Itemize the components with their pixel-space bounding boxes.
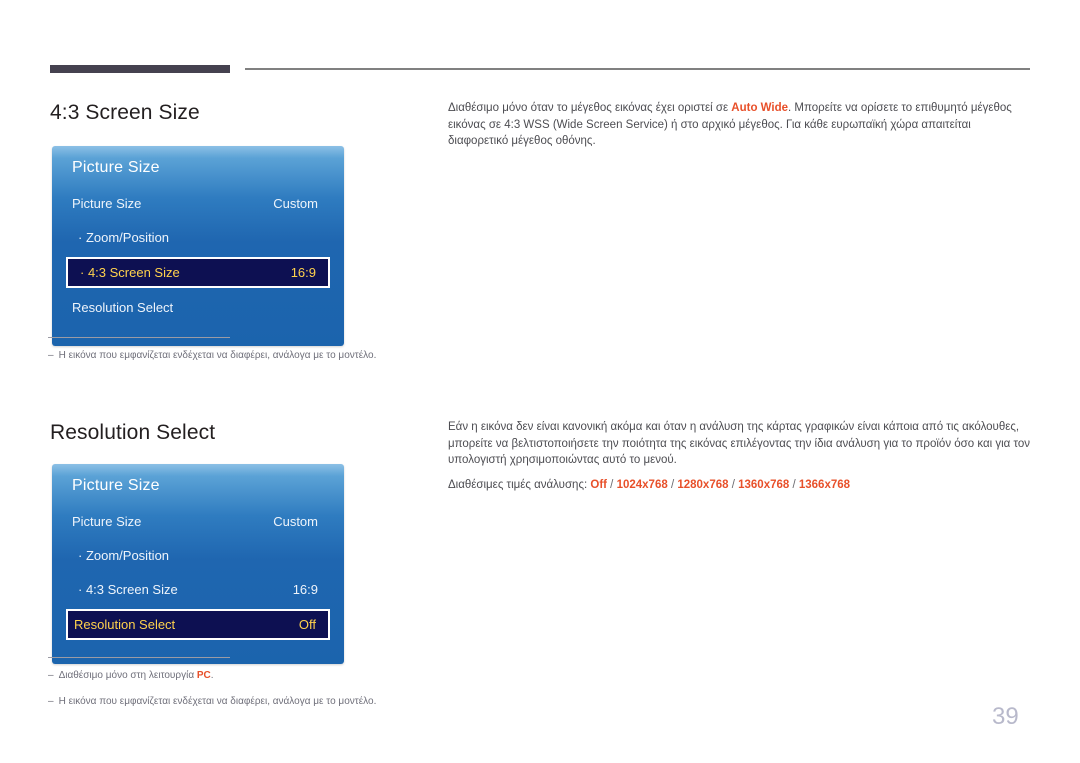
osd-row-zoom-position[interactable]: · Zoom/Position — [66, 541, 330, 570]
footnote-text: Η εικόνα που εμφανίζεται ενδέχεται να δι… — [58, 350, 377, 361]
highlight-auto-wide: Auto Wide — [731, 102, 789, 114]
footnote-text: Διαθέσιμο μόνο στη λειτουργία — [58, 670, 197, 681]
description-text-resolution-select: Εάν η εικόνα δεν είναι κανονική ακόμα κα… — [448, 419, 1032, 493]
footnote-item: – Διαθέσιμο μόνο στη λειτουργία PC. — [48, 668, 468, 683]
footnote-divider — [48, 657, 230, 658]
osd-menu-title: Picture Size — [72, 477, 160, 494]
osd-row-label: · Zoom/Position — [78, 230, 170, 245]
resolution-separator: / — [606, 478, 617, 491]
page-title-4-3-screen-size: 4:3 Screen Size — [50, 101, 200, 124]
resolution-value: Off — [590, 478, 607, 491]
footnote-item: – Η εικόνα που εμφανίζεται ενδέχεται να δ… — [48, 694, 468, 709]
footnote-dash: – — [48, 696, 54, 707]
description-paragraph: Διαθέσιμο μόνο όταν το μέγεθος εικόνας έ… — [448, 100, 1032, 150]
osd-row-resolution-select[interactable]: Resolution Select — [66, 293, 330, 322]
resolution-value: 1280x768 — [677, 478, 729, 491]
header-accent-bar — [50, 65, 230, 73]
page-title-resolution-select: Resolution Select — [50, 421, 216, 444]
available-resolutions-label: Διαθέσιμες τιμές ανάλυσης: — [448, 478, 591, 491]
osd-row-zoom-position[interactable]: · Zoom/Position — [66, 223, 330, 252]
footnote-text: . — [210, 670, 214, 681]
osd-row-label: · 4:3 Screen Size — [78, 582, 178, 597]
header-divider-line — [245, 68, 1030, 70]
osd-row-resolution-select[interactable]: Resolution Select Off — [66, 609, 330, 640]
resolution-separator: / — [789, 478, 799, 491]
resolution-value: 1024x768 — [616, 478, 668, 491]
osd-row-4-3-screen-size[interactable]: · 4:3 Screen Size 16:9 — [66, 575, 330, 604]
footnote-dash: – — [48, 670, 54, 681]
resolution-separator: / — [667, 478, 678, 491]
osd-row-value: Custom — [273, 196, 318, 211]
osd-row-value: Off — [298, 617, 316, 632]
description-text-part: Διαθέσιμο μόνο όταν το μέγεθος εικόνας έ… — [448, 102, 732, 114]
osd-row-value: Custom — [273, 514, 318, 529]
osd-row-label: · 4:3 Screen Size — [80, 265, 180, 280]
resolution-value: 1360x768 — [738, 478, 790, 491]
resolution-value: 1366x768 — [798, 478, 851, 491]
highlight-pc: PC — [196, 670, 211, 681]
footnote-dash: – — [48, 350, 54, 361]
footnote-block-1: – Η εικόνα που εμφανίζεται ενδέχεται να δ… — [48, 337, 468, 363]
osd-row-picture-size[interactable]: Picture Size Custom — [66, 507, 330, 536]
footnote-divider — [48, 337, 230, 338]
description-paragraph: Εάν η εικόνα δεν είναι κανονική ακόμα κα… — [448, 421, 1031, 466]
osd-row-label: Picture Size — [72, 196, 142, 211]
available-resolutions-values: Off / 1024x768 / 1280x768 / 1360x768 / 1… — [590, 479, 850, 491]
osd-row-4-3-screen-size[interactable]: · 4:3 Screen Size 16:9 — [66, 257, 330, 288]
footnote-text: Η εικόνα που εμφανίζεται ενδέχεται να δι… — [58, 696, 377, 707]
description-text-4-3-screen-size: Διαθέσιμο μόνο όταν το μέγεθος εικόνας έ… — [448, 100, 1032, 150]
footnote-item: – Η εικόνα που εμφανίζεται ενδέχεται να δ… — [48, 348, 468, 363]
osd-row-label: Resolution Select — [74, 617, 176, 632]
osd-row-value: 16:9 — [292, 582, 318, 597]
osd-row-label: Resolution Select — [72, 300, 174, 315]
osd-row-value: 16:9 — [290, 265, 316, 280]
resolution-separator: / — [728, 478, 739, 491]
footnote-block-2: – Διαθέσιμο μόνο στη λειτουργία PC. – Η ει… — [48, 657, 468, 709]
osd-menu-title: Picture Size — [72, 159, 160, 176]
osd-menu-picture-size-1: Picture Size Picture Size Custom · Zoom/… — [52, 146, 344, 346]
available-resolutions-paragraph: Διαθέσιμες τιμές ανάλυσης: Off / 1024x76… — [448, 477, 1032, 494]
osd-row-label: · Zoom/Position — [78, 548, 170, 563]
osd-row-picture-size[interactable]: Picture Size Custom — [66, 189, 330, 218]
osd-menu-picture-size-2: Picture Size Picture Size Custom · Zoom/… — [52, 464, 344, 664]
osd-row-label: Picture Size — [72, 514, 142, 529]
page-number: 39 — [992, 703, 1019, 730]
